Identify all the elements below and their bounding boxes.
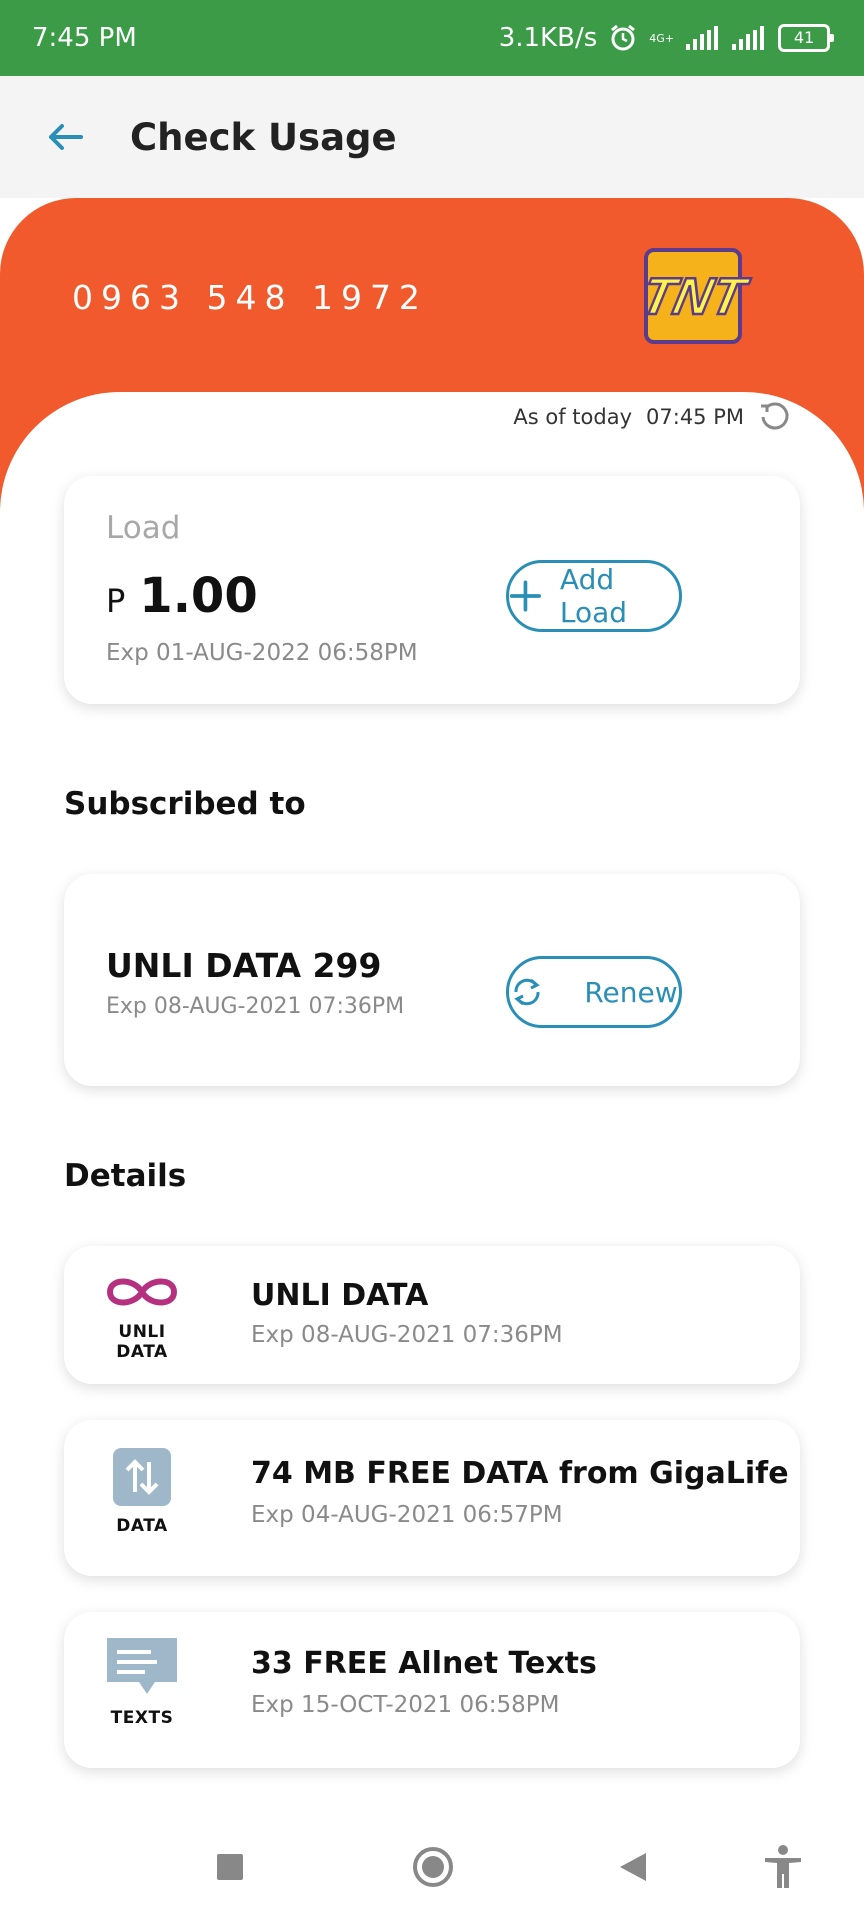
infinity-icon [106,1278,178,1306]
plus-icon [509,580,541,612]
load-balance: P 1.00 [106,568,258,624]
load-amount: 1.00 [139,568,258,624]
detail-icon-group: DATA [94,1448,190,1536]
network-type: 4G+ [649,31,674,45]
refresh-icon[interactable] [758,400,792,434]
renew-button[interactable]: Renew [506,956,682,1028]
battery-icon: 41 [778,24,834,52]
mobile-number: 0963 548 1972 [72,278,428,317]
renew-label: Renew [584,975,678,1009]
alarm-icon [611,24,636,51]
detail-item[interactable]: TEXTS 33 FREE Allnet Texts Exp 15-OCT-20… [64,1612,800,1768]
system-nav-bar [0,1812,864,1920]
detail-expiry: Exp 15-OCT-2021 06:58PM [251,1692,560,1718]
back-arrow-icon[interactable] [40,112,90,162]
page-title: Check Usage [130,115,397,159]
detail-expiry: Exp 04-AUG-2021 06:57PM [251,1502,563,1528]
svg-text:TNT: TNT [636,268,753,326]
detail-icon-group: UNLI DATA [94,1272,190,1362]
detail-title: UNLI DATA [251,1278,429,1313]
signal-icon [686,26,718,50]
recent-apps-button[interactable] [205,1842,255,1892]
detail-item[interactable]: DATA 74 MB FREE DATA from GigaLife Exp 0… [64,1420,800,1576]
details-title: Details [64,1158,187,1194]
detail-title: 33 FREE Allnet Texts [251,1646,597,1681]
detail-icon-group: TEXTS [94,1638,190,1728]
detail-title: 74 MB FREE DATA from GigaLife [251,1456,789,1491]
data-transfer-icon [113,1448,171,1506]
currency-symbol: P [106,582,126,620]
renew-icon [514,978,541,1006]
message-icon [107,1638,177,1694]
add-load-button[interactable]: Add Load [506,560,682,632]
status-time: 7:45 PM [32,23,137,53]
app-bar: Check Usage [0,76,864,198]
signal-icon-2 [732,26,764,50]
detail-caption: UNLI DATA [116,1322,168,1362]
back-button[interactable] [608,1842,658,1892]
add-load-label: Add Load [559,563,628,629]
detail-expiry: Exp 08-AUG-2021 07:36PM [251,1322,563,1348]
as-of-time: 07:45 PM [646,405,744,429]
load-expiry: Exp 01-AUG-2022 06:58PM [106,640,418,666]
network-speed: 3.1KB/s [498,23,598,53]
accessibility-button[interactable] [758,1842,808,1892]
home-button[interactable] [408,1842,458,1892]
load-card: Load P 1.00 Exp 01-AUG-2022 06:58PM Add … [64,476,800,704]
status-bar: 7:45 PM 3.1KB/s 4G+ 41 [0,0,864,76]
as-of-row: As of today 07:45 PM [513,400,792,434]
status-indicators: 3.1KB/s 4G+ 41 [498,23,834,53]
subscription-card: UNLI DATA 299 Exp 08-AUG-2021 07:36PM Re… [64,874,800,1086]
as-of-label: As of today [513,405,633,429]
subscribed-title: Subscribed to [64,786,306,822]
plan-name: UNLI DATA 299 [106,946,382,985]
load-label: Load [106,510,181,546]
detail-caption: TEXTS [110,1708,174,1728]
detail-item[interactable]: UNLI DATA UNLI DATA Exp 08-AUG-2021 07:3… [64,1246,800,1384]
tnt-logo: TNT [632,246,758,346]
plan-expiry: Exp 08-AUG-2021 07:36PM [106,994,405,1019]
detail-caption: DATA [116,1516,168,1536]
